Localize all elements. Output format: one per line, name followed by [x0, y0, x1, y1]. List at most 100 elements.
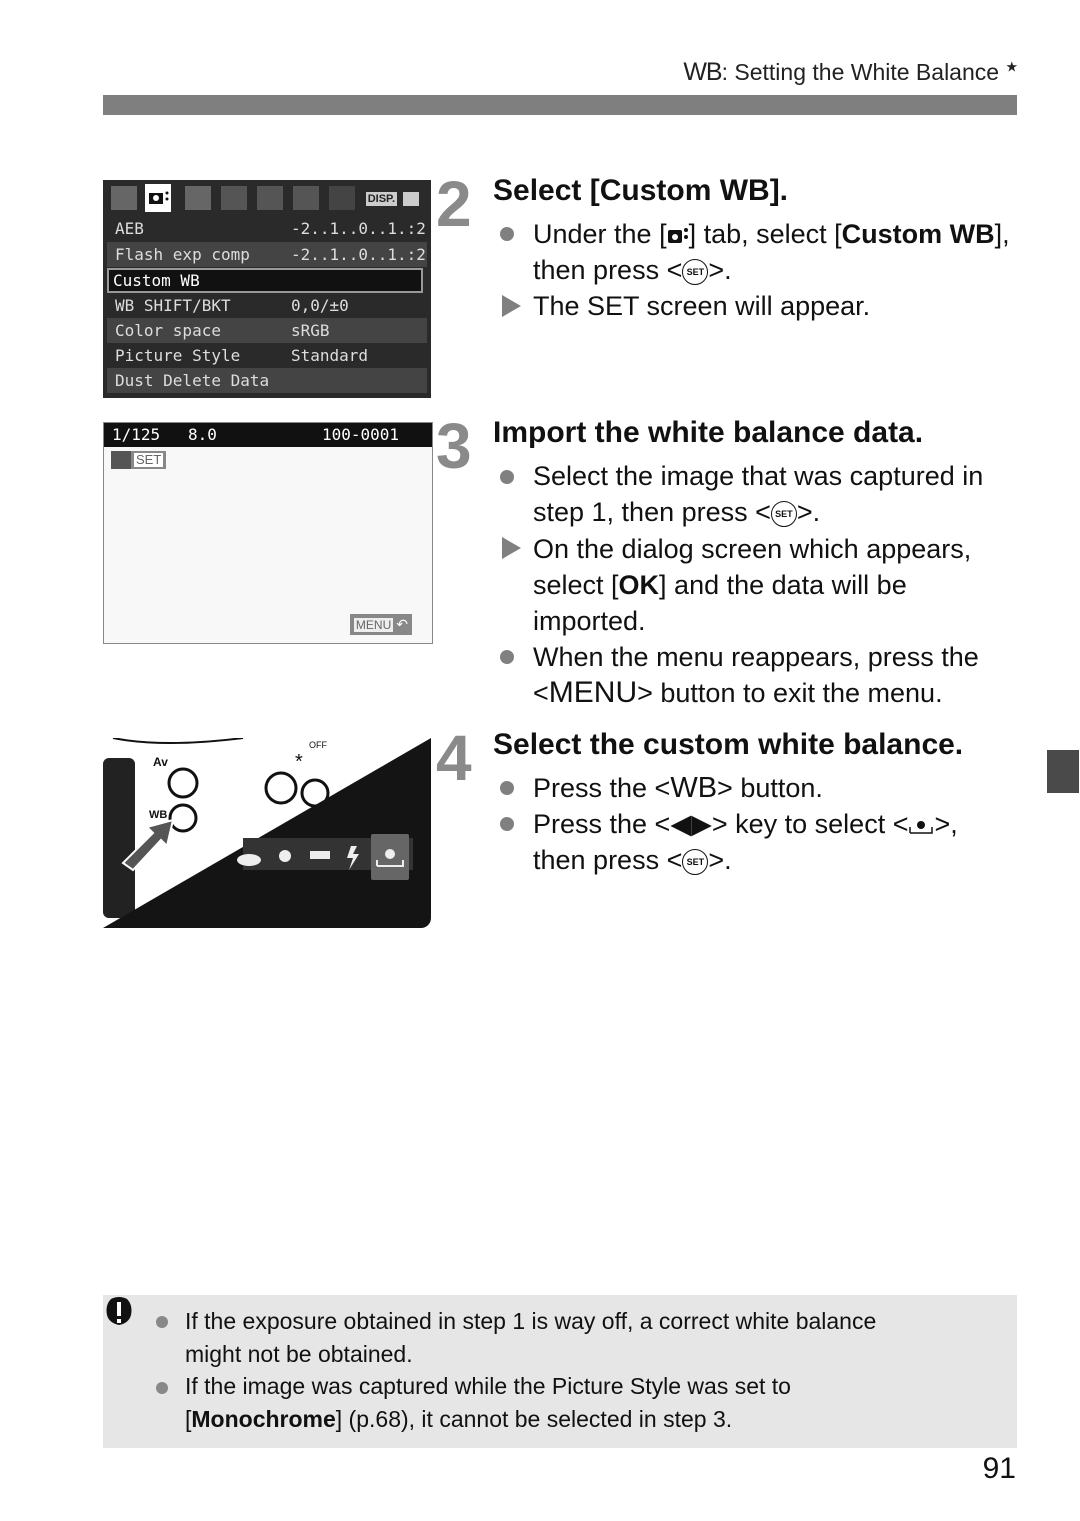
- bullet-icon: [500, 817, 514, 831]
- step-instruction: Under the [] tab, select [Custom WB], th…: [533, 216, 1023, 288]
- row-label: WB SHIFT/BKT: [115, 296, 231, 315]
- header-bar: [103, 95, 1017, 115]
- off-label: OFF: [309, 740, 327, 750]
- av-label: Av: [153, 755, 168, 769]
- row-label: Dust Delete Data: [115, 371, 270, 390]
- disp-label: DISP.: [365, 192, 397, 206]
- text: ] (p.68), it cannot be selected in step …: [335, 1406, 733, 1432]
- wb-label: WB: [149, 809, 167, 821]
- menu-button-label: MENU: [548, 676, 638, 709]
- bullet-icon: [156, 1316, 168, 1328]
- bullet-icon: [500, 227, 514, 241]
- menu-row: AEB -2..1..0..1.:2: [107, 216, 427, 241]
- text: > button.: [717, 773, 823, 803]
- lcd-edge: [103, 758, 135, 918]
- bullet-icon: [500, 650, 514, 664]
- text: <: [533, 678, 549, 708]
- aperture: 8.0: [188, 425, 217, 444]
- menu-row: Dust Delete Data: [107, 368, 427, 393]
- lcd-info-bar: 1/125 8.0 100-0001: [104, 423, 432, 447]
- asterisk-label: *: [295, 751, 303, 773]
- text: ] and the data will be: [659, 570, 907, 600]
- camera-drawing: Av WB * OFF: [103, 738, 431, 928]
- row-label: Picture Style: [115, 346, 241, 365]
- tab-setup-2-icon: [257, 186, 283, 210]
- row-value: Standard: [291, 346, 369, 365]
- custom-wb-set-badge: SET: [111, 451, 167, 469]
- set-button-icon: SET: [770, 500, 797, 527]
- running-header: WB: Setting the White Balance ★: [683, 58, 1018, 87]
- menu-row-selected: Custom WB: [107, 268, 423, 293]
- text: might not be obtained.: [185, 1341, 413, 1367]
- tab-my-menu-icon: [329, 186, 355, 210]
- text: If the exposure obtained in step 1 is wa…: [185, 1308, 877, 1334]
- lcd-menu-screen: DISP. AEB -2..1..0..1.:2 Flash exp comp -2…: [103, 180, 431, 398]
- menu-label: MENU: [353, 617, 394, 632]
- custom-wb-icon: [909, 821, 934, 834]
- bold-text: Monochrome: [191, 1406, 336, 1432]
- tab-shooting-2-icon: [145, 184, 171, 212]
- note-item: If the image was captured while the Pict…: [185, 1370, 791, 1436]
- caution-note: If the exposure obtained in step 1 is wa…: [103, 1295, 1017, 1448]
- text: > key to select <: [711, 809, 909, 839]
- tab-shooting-1-icon: [111, 186, 137, 210]
- note-item: If the exposure obtained in step 1 is wa…: [185, 1305, 876, 1371]
- tungsten-icon: [279, 850, 291, 862]
- text: Under the [: [533, 219, 667, 249]
- row-value: 0,0/±0: [291, 296, 349, 315]
- text: Select the image that was captured in: [533, 461, 984, 491]
- step-title: Select [Custom WB].: [493, 174, 789, 207]
- row-label: Custom WB: [113, 271, 200, 290]
- step-title: Import the white balance data.: [493, 416, 924, 449]
- text: Press the <: [533, 809, 671, 839]
- custom-wb-icon: [111, 451, 131, 469]
- text: ] tab, select [: [688, 219, 842, 249]
- bullet-icon: [500, 470, 514, 484]
- row-value: sRGB: [291, 321, 330, 340]
- bullet-icon: [156, 1382, 168, 1394]
- menu-row: Picture Style Standard: [107, 343, 427, 368]
- text: On the dialog screen which appears,: [533, 534, 972, 564]
- menu-row: Flash exp comp -2..1..0..1.:2: [107, 242, 427, 267]
- text: then press <: [533, 845, 683, 875]
- tab-setup-3-icon: [293, 186, 319, 210]
- text: When the menu reappears, press the: [533, 642, 979, 672]
- step-instruction: Press the <◀▶> key to select < >, then pr…: [533, 806, 1023, 878]
- text: >.: [796, 497, 821, 527]
- result-arrow-icon: [502, 537, 521, 559]
- step-result: On the dialog screen which appears, sele…: [533, 531, 1023, 639]
- row-label: Flash exp comp: [115, 245, 250, 264]
- menu-tabs: DISP.: [109, 184, 425, 214]
- step-title: Select the custom white balance.: [493, 728, 964, 761]
- text: >.: [708, 845, 732, 875]
- lcd-set-screen: 1/125 8.0 100-0001 SET MENU ↶: [103, 422, 433, 644]
- fluorescent-icon: [310, 851, 330, 859]
- step-instruction: Press the <WB> button.: [533, 770, 1023, 806]
- tab-playback-icon: [185, 186, 211, 210]
- result-arrow-icon: [502, 295, 521, 317]
- text: If the image was captured while the Pict…: [185, 1373, 791, 1399]
- shutter-speed: 1/125: [112, 425, 161, 444]
- camera-tab-icon: [667, 228, 688, 243]
- caution-icon: [103, 1297, 135, 1331]
- menu-row: Color space sRGB: [107, 318, 427, 343]
- row-label: Color space: [115, 321, 221, 340]
- cross-keys-icon: ◀▶: [670, 809, 712, 839]
- text: > button to exit the menu.: [637, 678, 943, 708]
- step-number: 3: [436, 410, 472, 482]
- bold-text: OK: [618, 570, 660, 600]
- text: step 1, then press <: [533, 497, 771, 527]
- star-icon: ★: [1005, 58, 1018, 75]
- cloudy-icon: [237, 854, 261, 866]
- return-icon: ↶: [396, 616, 408, 632]
- row-value: -2..1..0..1.:2: [291, 219, 426, 238]
- bold-text: Custom WB: [841, 219, 995, 249]
- set-button-icon: SET: [682, 848, 709, 875]
- text: >,: [934, 809, 958, 839]
- camera-illustration: Av WB * OFF: [103, 738, 431, 928]
- step-instruction: Select the image that was captured in st…: [533, 458, 1023, 530]
- file-number: 100-0001: [322, 425, 400, 444]
- text: >.: [708, 255, 732, 285]
- bullet-icon: [500, 781, 514, 795]
- text: Press the <: [533, 773, 671, 803]
